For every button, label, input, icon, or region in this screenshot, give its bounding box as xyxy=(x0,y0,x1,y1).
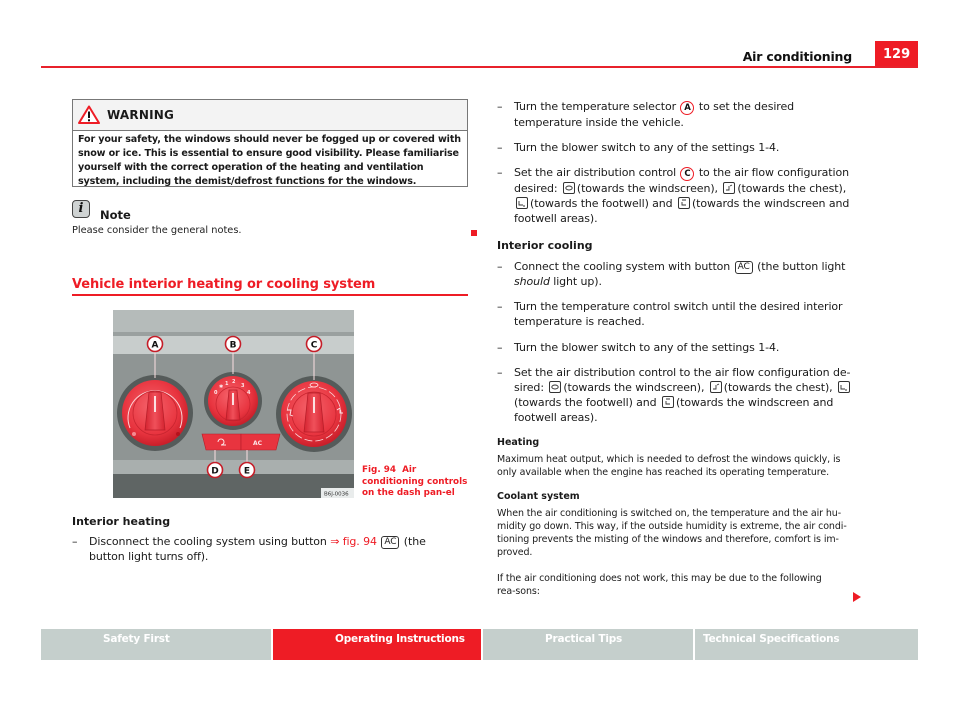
section-rule xyxy=(72,294,468,296)
list-item-text: Turn the blower switch to any of the set… xyxy=(514,141,780,154)
heating-text: Maximum heat output, which is needed to … xyxy=(497,454,841,478)
end-of-section-marker xyxy=(471,230,477,236)
list-dash: – xyxy=(497,141,503,154)
figure-caption-number: Fig. 94 xyxy=(362,465,396,475)
chest-mode-icon xyxy=(709,381,722,393)
recirculation-button xyxy=(201,433,242,451)
text-fragment: light up). xyxy=(549,275,602,288)
callout-a-ref: A xyxy=(680,101,695,115)
heating-heading: Heating xyxy=(497,437,540,448)
blower-setting-0: 0 xyxy=(214,390,218,396)
text-fragment: (towards the chest), xyxy=(737,182,847,195)
note-title: Note xyxy=(100,208,131,222)
svg-text:D: D xyxy=(211,467,218,477)
note-text: Please consider the general notes. xyxy=(72,225,242,236)
running-header-title: Air conditioning xyxy=(742,49,852,64)
list-item-text: Turn the temperature selector A to set t… xyxy=(514,99,859,130)
info-note-icon: i xyxy=(72,200,90,218)
dial-c-air-distribution xyxy=(276,376,352,452)
list-item-text: Disconnect the cooling system using butt… xyxy=(89,534,459,564)
dial-b-blower: 0 ✱ 1 2 3 4 xyxy=(204,372,262,430)
chest-mode-icon xyxy=(723,182,736,194)
text-fragment: Disconnect the cooling system using butt… xyxy=(89,535,331,548)
page-number: 129 xyxy=(875,41,918,67)
callout-b: B xyxy=(224,335,242,353)
text-fragment: (the button light xyxy=(753,260,846,273)
list-dash: – xyxy=(497,260,503,273)
list-dash: – xyxy=(497,366,503,379)
footwell-mode-icon xyxy=(516,197,528,209)
ac-button-label: AC xyxy=(253,440,263,447)
blower-setting-4: 4 xyxy=(247,390,251,396)
warning-triangle-icon xyxy=(78,105,100,124)
warning-title: WARNING xyxy=(107,108,175,122)
image-code: B6J-0036 xyxy=(324,492,349,498)
header-rule xyxy=(41,66,918,68)
button-panel: AC xyxy=(201,433,281,451)
list-dash: – xyxy=(497,100,503,113)
callout-c-ref: C xyxy=(680,167,695,181)
warning-box: WARNING For your safety, the windows sho… xyxy=(72,99,468,187)
footer-tab-safety-first[interactable]: Safety First xyxy=(41,629,271,660)
ac-key-glyph: AC xyxy=(734,261,753,274)
section-title: Vehicle interior heating or cooling syst… xyxy=(72,277,376,292)
list-item-text: Set the air distribution control C to th… xyxy=(514,165,859,226)
coolant-system-heading: Coolant system xyxy=(497,491,580,502)
coolant-system-text: When the air conditioning is switched on… xyxy=(497,508,847,558)
list-dash: – xyxy=(72,535,78,548)
list-dash: – xyxy=(497,341,503,354)
footer-tab-practical-tips[interactable]: Practical Tips xyxy=(483,629,693,660)
text-fragment: (towards the windscreen), xyxy=(563,381,705,394)
svg-text:E: E xyxy=(244,467,250,477)
blower-setting-2: 2 xyxy=(232,379,236,385)
windscreen-footwell-mode-icon xyxy=(661,396,674,408)
callout-c: C xyxy=(305,335,323,353)
windscreen-mode-icon xyxy=(562,182,575,194)
footer-tab-technical-specifications[interactable]: Technical Specifications xyxy=(695,629,918,660)
coolant-system-text-2: If the air conditioning does not work, t… xyxy=(497,573,822,597)
warning-text: For your safety, the windows should neve… xyxy=(78,134,461,187)
figure-link[interactable]: ⇒ fig. 94 xyxy=(330,535,377,548)
interior-heating-heading: Interior heating xyxy=(72,515,171,528)
list-dash: – xyxy=(497,166,503,179)
footer-tab-operating-instructions[interactable]: Operating Instructions xyxy=(273,629,481,660)
text-fragment: (towards the chest), xyxy=(723,381,833,394)
text-fragment: (towards the footwell) and xyxy=(530,197,673,210)
svg-text:B: B xyxy=(230,341,237,351)
figure-ac-controls: 0 ✱ 1 2 3 4 AC A B C D E B6J-0036 xyxy=(113,310,354,498)
dial-a-temperature xyxy=(117,375,193,451)
ac-key-glyph: AC xyxy=(381,536,400,549)
footwell-mode-icon xyxy=(837,381,850,393)
warning-header: WARNING xyxy=(73,100,467,131)
text-fragment: (towards the windscreen), xyxy=(576,182,718,195)
svg-text:C: C xyxy=(311,341,318,351)
continue-arrow-icon xyxy=(853,592,861,602)
callout-a: A xyxy=(146,335,164,353)
list-item-text: Turn the temperature control switch unti… xyxy=(514,300,843,328)
callout-d: D xyxy=(206,461,224,479)
windscreen-mode-icon xyxy=(549,381,562,393)
blower-setting-1: 1 xyxy=(225,381,229,387)
callout-e: E xyxy=(238,461,256,479)
emphasis-text: should xyxy=(514,275,550,288)
svg-text:A: A xyxy=(152,341,159,351)
interior-cooling-heading: Interior cooling xyxy=(497,239,593,252)
windscreen-footwell-mode-icon xyxy=(677,197,690,209)
list-item-text: Set the air distribution control to the … xyxy=(514,365,859,425)
list-item-text: Turn the blower switch to any of the set… xyxy=(514,341,780,354)
text-fragment: (towards the footwell) and xyxy=(514,396,657,409)
blower-setting-3: 3 xyxy=(241,383,245,389)
text-fragment: Connect the cooling system with button xyxy=(514,260,734,273)
list-dash: – xyxy=(497,300,503,313)
list-item-text: Connect the cooling system with button A… xyxy=(514,259,859,289)
text-fragment: Set the air distribution control xyxy=(514,166,680,179)
figure-caption: Fig. 94 Air conditioning controls on the… xyxy=(362,465,472,500)
text-fragment: Turn the temperature selector xyxy=(514,100,680,113)
